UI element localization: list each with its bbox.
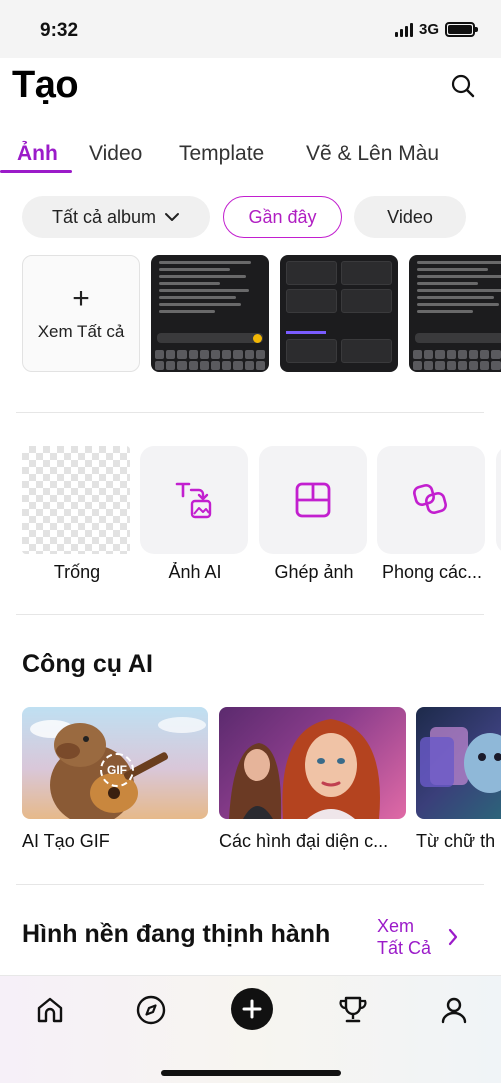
ai-avatar-card[interactable]: Các hình đại diện c... [219, 707, 406, 852]
tab-template[interactable]: Template [179, 142, 264, 166]
ai-text-to-image-card[interactable]: Từ chữ th [416, 707, 501, 852]
tool-collage-label: Ghép ảnh [274, 562, 354, 582]
ai-tools-row: GIF AI Tạo GIF Các hình đại diện c... Từ… [22, 707, 501, 867]
search-button[interactable] [449, 72, 477, 100]
plus-icon [242, 999, 262, 1019]
video-filter-chip[interactable]: Video [354, 196, 466, 238]
profile-icon [441, 997, 467, 1024]
trending-see-all-line2: Tất Cả [377, 938, 432, 958]
tool-blank[interactable]: Trống [22, 446, 132, 583]
see-all-photos-button[interactable]: + Xem Tất cả [22, 255, 140, 372]
collage-layout-icon [295, 482, 331, 518]
trophy-icon [339, 996, 367, 1023]
gif-badge: GIF [100, 753, 134, 787]
nav-challenges[interactable] [335, 992, 371, 1028]
tool-ai-image-label: Ảnh AI [168, 562, 222, 582]
compass-icon [136, 995, 166, 1025]
tool-collage[interactable]: Ghép ảnh [259, 446, 369, 583]
active-tab-indicator [0, 170, 72, 173]
ai-text-to-image-label: Từ chữ th [416, 831, 496, 851]
trending-see-all-line1: Xem [377, 916, 415, 936]
photo-thumbnail[interactable] [409, 255, 501, 372]
home-icon [37, 997, 63, 1023]
ai-gif-card[interactable]: GIF AI Tạo GIF [22, 707, 208, 852]
nav-create-button[interactable] [231, 988, 273, 1030]
section-divider [16, 412, 484, 413]
section-divider [16, 614, 484, 615]
nav-home[interactable] [32, 992, 68, 1028]
ai-gif-preview: GIF [22, 707, 208, 819]
media-tabs: Ảnh Video Template Vẽ & Lên Màu [0, 138, 501, 174]
style-shapes-icon [413, 484, 447, 514]
text-to-image-icon [175, 482, 212, 519]
tool-ai-image[interactable]: Ảnh AI [140, 446, 250, 583]
signal-icon [394, 22, 413, 37]
recent-filter-label: Gần đây [248, 206, 317, 227]
chevron-right-icon[interactable] [446, 926, 460, 948]
tab-video[interactable]: Video [89, 142, 142, 166]
chevron-down-icon [165, 213, 180, 221]
tool-style[interactable]: Phong các... [377, 446, 487, 583]
album-dropdown[interactable]: Tất cả album [22, 196, 210, 238]
nav-explore[interactable] [133, 992, 169, 1028]
create-tools-row: Trống Ảnh AI Ghép ảnh Phong các... [22, 446, 501, 586]
tool-blank-label: Trống [53, 562, 101, 582]
nav-profile[interactable] [436, 992, 472, 1028]
battery-icon [445, 22, 478, 37]
ai-avatar-preview [219, 707, 406, 819]
tool-more[interactable] [496, 446, 501, 554]
status-time: 9:32 [40, 20, 79, 41]
see-all-photos-label: Xem Tất cả [37, 321, 125, 341]
ai-tools-title: Công cụ AI [22, 650, 154, 678]
trending-title: Hình nền đang thịnh hành [22, 920, 331, 948]
tool-style-label: Phong các... [381, 562, 483, 582]
video-filter-label: Video [387, 206, 433, 227]
status-bar: 9:32 3G [0, 0, 501, 58]
bottom-navigation [0, 975, 501, 1083]
tab-draw-color[interactable]: Vẽ & Lên Màu [306, 142, 439, 166]
ai-gif-label: AI Tạo GIF [22, 831, 110, 851]
ai-avatar-label: Các hình đại diện c... [219, 831, 389, 851]
fantasy-creature-illustration [420, 727, 501, 793]
tab-photo[interactable]: Ảnh [17, 142, 58, 166]
trending-see-all-link[interactable]: Xem Tất Cả [377, 915, 431, 959]
section-divider [16, 884, 484, 885]
recent-photos-row: + Xem Tất cả [22, 255, 501, 372]
status-indicators: 3G [394, 21, 478, 38]
transparent-canvas-icon [22, 446, 130, 554]
search-icon [451, 74, 475, 98]
recent-filter-chip[interactable]: Gần đây [223, 196, 342, 238]
album-dropdown-label: Tất cả album [51, 206, 157, 227]
ai-text-to-image-preview [416, 707, 501, 819]
home-indicator [161, 1070, 341, 1076]
plus-icon: + [72, 281, 90, 315]
page-title: Tạo [12, 64, 79, 106]
photo-thumbnail[interactable] [151, 255, 269, 372]
network-type: 3G [418, 21, 439, 38]
avatar-portraits-illustration [229, 719, 380, 819]
photo-thumbnail[interactable] [280, 255, 398, 372]
